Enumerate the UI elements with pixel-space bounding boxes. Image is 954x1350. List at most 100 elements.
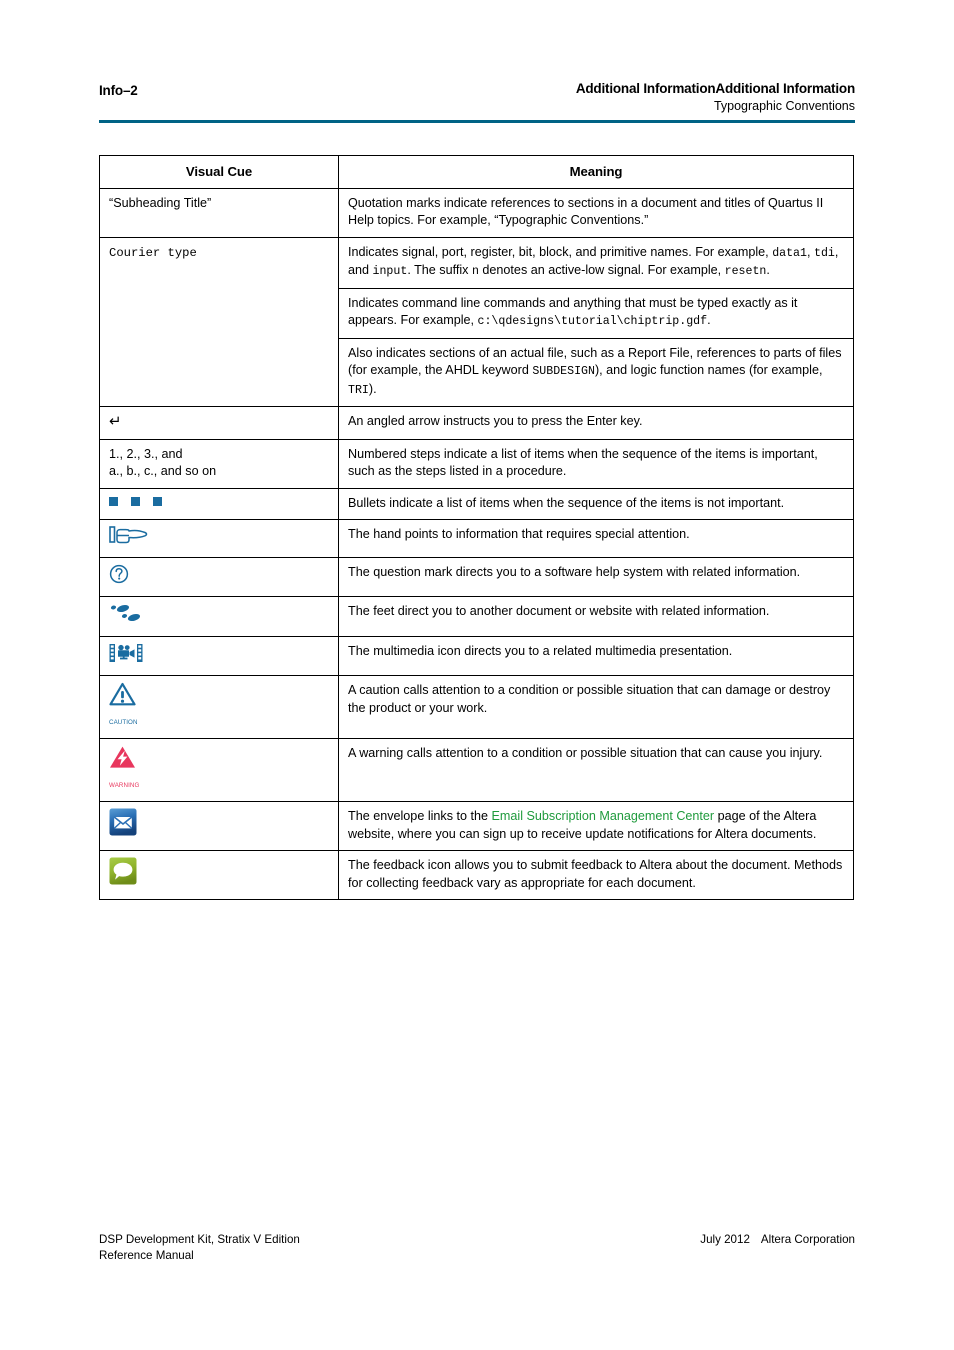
table-row: The multimedia icon directs you to a rel… xyxy=(99,635,854,676)
enter-arrow-icon: ↵ xyxy=(109,412,122,430)
meaning-courier-file-sections: Also indicates sections of an actual fil… xyxy=(338,337,854,407)
header-subsection-title: Typographic Conventions xyxy=(713,99,855,113)
table-row: The feet direct you to another document … xyxy=(99,596,854,637)
bullet-squares-icon xyxy=(109,495,329,506)
inline-code: data1 xyxy=(772,246,807,260)
table-header-row: Visual Cue Meaning xyxy=(99,155,854,189)
cue-numbered-steps: 1., 2., 3., and a., b., c., and so on xyxy=(99,438,339,489)
cue-envelope xyxy=(99,801,339,851)
meaning-feet: The feet direct you to another document … xyxy=(338,596,854,637)
table-row: Bullets indicate a list of items when th… xyxy=(99,487,854,520)
table-body: “Subheading Title” Quotation marks indic… xyxy=(99,187,854,900)
meaning-courier-signal-names: Indicates signal, port, register, bit, b… xyxy=(338,236,854,289)
column-header-visual-cue: Visual Cue xyxy=(99,155,339,189)
text-run: . xyxy=(766,263,770,277)
caution-label: CAUTION xyxy=(109,718,138,726)
text-run: denotes an active-low signal. For exampl… xyxy=(478,263,725,277)
meaning-text: A caution calls attention to a condition… xyxy=(348,683,831,715)
inline-code: SUBDESIGN xyxy=(532,365,595,378)
footprints-icon xyxy=(109,603,329,629)
page-header: Info–2 Additional InformationAdditional … xyxy=(99,80,855,120)
document-page: Info–2 Additional InformationAdditional … xyxy=(0,0,954,1350)
cue-label: 1., 2., 3., and a., b., c., and so on xyxy=(109,446,217,479)
meaning-text: The question mark directs you to a softw… xyxy=(348,564,801,579)
text-run: ). xyxy=(368,381,377,396)
table-row: ↵ An angled arrow instructs you to press… xyxy=(99,406,854,440)
header-page-number: Info–2 xyxy=(99,83,138,98)
inline-code: TRI xyxy=(348,383,369,397)
footer-date: July 2012 xyxy=(700,1233,750,1246)
text-run: ), and logic function names (for example… xyxy=(594,363,823,377)
meaning-enter-arrow: An angled arrow instructs you to press t… xyxy=(338,406,854,440)
meaning-envelope: The envelope links to the Email Subscrip… xyxy=(338,801,854,851)
meaning-feedback: The feedback icon allows you to submit f… xyxy=(338,850,854,900)
meaning-text: The multimedia icon directs you to a rel… xyxy=(348,643,733,658)
table-row: 1., 2., 3., and a., b., c., and so on Nu… xyxy=(99,438,854,489)
multimedia-icon xyxy=(109,643,329,669)
meaning-numbered-steps: Numbered steps indicate a list of items … xyxy=(338,438,854,489)
meaning-text: The hand points to information that requ… xyxy=(348,527,690,541)
meaning-text: Also indicates sections of an actual fil… xyxy=(348,345,844,400)
cue-feedback xyxy=(99,850,339,900)
footer-line-1: DSP Development Kit, Stratix V Edition xyxy=(99,1233,300,1246)
table-row: The hand points to information that requ… xyxy=(99,519,854,558)
meaning-warning: A warning calls attention to a condition… xyxy=(338,738,854,802)
cue-courier-type: Courier type xyxy=(99,236,339,407)
meaning-subheading-title: Quotation marks indicate references to s… xyxy=(338,187,854,238)
caution-triangle-icon xyxy=(109,682,329,712)
footer-company: Altera Corporation xyxy=(760,1233,855,1246)
meaning-text: The feedback icon allows you to submit f… xyxy=(348,858,843,890)
inline-code: resetn xyxy=(724,265,767,278)
text-run: The envelope links to the xyxy=(348,809,492,823)
cue-caution: CAUTION xyxy=(99,675,339,739)
meaning-text: A warning calls attention to a condition… xyxy=(348,746,823,760)
meaning-multimedia: The multimedia icon directs you to a rel… xyxy=(338,635,854,676)
meaning-text: The feet direct you to another document … xyxy=(348,604,770,618)
column-header-meaning: Meaning xyxy=(338,155,854,189)
meaning-text: Quotation marks indicate references to s… xyxy=(348,195,824,228)
cue-question-mark xyxy=(99,556,339,597)
table-row: Courier type Indicates signal, port, reg… xyxy=(99,236,854,407)
warning-label: WARNING xyxy=(109,781,140,789)
meaning-caution: A caution calls attention to a condition… xyxy=(338,675,854,739)
footer-line-2: Reference Manual xyxy=(99,1248,194,1262)
table-row: The feedback icon allows you to submit f… xyxy=(99,850,854,900)
envelope-icon xyxy=(109,808,329,842)
meaning-text: An angled arrow instructs you to press t… xyxy=(348,414,643,428)
inline-code: tdi xyxy=(813,246,835,260)
cue-label: Courier type xyxy=(109,245,197,260)
text-run: . xyxy=(707,313,711,327)
meaning-courier-commands: Indicates command line commands and anyt… xyxy=(338,287,854,339)
footer-document-title: DSP Development Kit, Stratix V Edition Re… xyxy=(99,1232,300,1263)
meaning-text: Numbered steps indicate a list of items … xyxy=(348,446,818,479)
cue-multimedia xyxy=(99,635,339,676)
meaning-text: The envelope links to the Email Subscrip… xyxy=(348,808,844,843)
cue-bullets xyxy=(99,487,339,520)
meaning-text: Bullets indicate a list of items when th… xyxy=(348,495,785,510)
table-row: “Subheading Title” Quotation marks indic… xyxy=(99,187,854,238)
table-row: The envelope links to the Email Subscrip… xyxy=(99,801,854,851)
cue-hand xyxy=(99,519,339,558)
header-section-title: Additional InformationAdditional Informa… xyxy=(575,81,855,96)
cue-warning: WARNING xyxy=(99,738,339,802)
inline-code: n xyxy=(471,265,479,278)
meaning-text: Indicates signal, port, register, bit, b… xyxy=(348,244,844,281)
warning-triangle-icon xyxy=(109,745,329,775)
footer-publication-info: July 2012 Altera Corporation xyxy=(700,1232,855,1248)
meaning-text: Indicates command line commands and anyt… xyxy=(348,295,844,331)
meaning-bullets: Bullets indicate a list of items when th… xyxy=(338,487,854,520)
header-titles: Additional InformationAdditional Informa… xyxy=(576,80,855,115)
text-run: . The suffix xyxy=(407,263,472,277)
cue-label: “Subheading Title” xyxy=(109,195,212,210)
inline-code: input xyxy=(372,265,408,278)
feedback-icon xyxy=(109,857,329,891)
email-subscription-link[interactable]: Email Subscription Management Center xyxy=(492,809,715,823)
inline-code: c:\qdesigns\tutorial\chiptrip.gdf xyxy=(477,315,708,328)
typographic-conventions-table: Visual Cue Meaning “Subheading Title” Qu… xyxy=(99,155,854,900)
cue-subheading-title: “Subheading Title” xyxy=(99,187,339,238)
pointing-hand-icon xyxy=(109,526,329,550)
text-run: Indicates signal, port, register, bit, b… xyxy=(348,244,773,259)
meaning-hand: The hand points to information that requ… xyxy=(338,519,854,558)
meaning-question-mark: The question mark directs you to a softw… xyxy=(338,556,854,597)
cue-enter-arrow: ↵ xyxy=(99,406,339,440)
